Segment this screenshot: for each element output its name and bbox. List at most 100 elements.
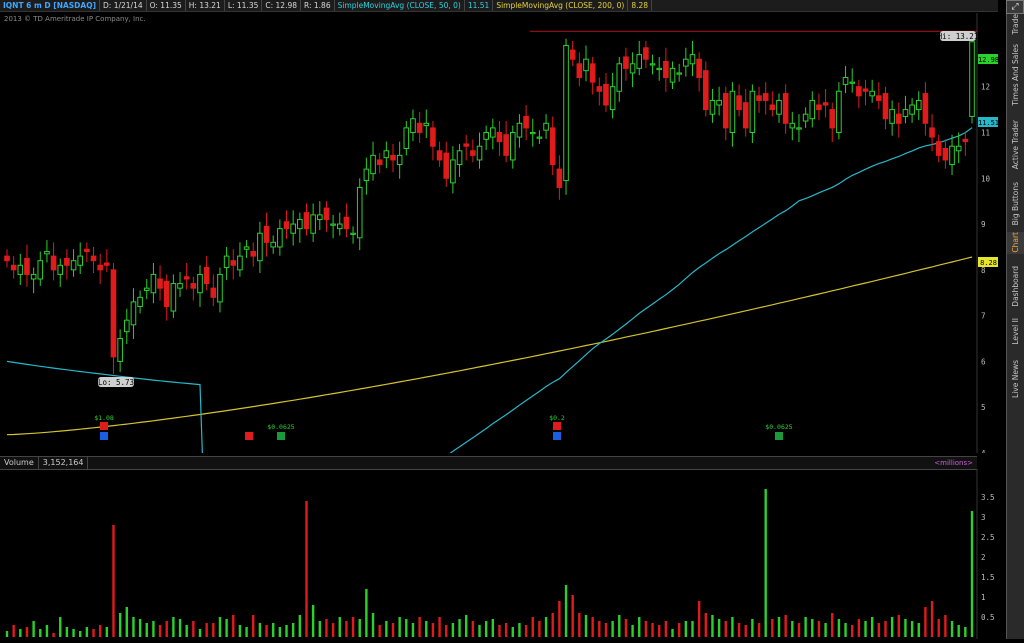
price-chart-svg[interactable]: 12 11 10 9 8 7 6 5 4 Hi: 13.21 Lo: 5.73 12.98 11… (0, 13, 999, 580)
candle-body (962, 138, 969, 143)
dividend-event-4[interactable]: $0.0625 (765, 423, 793, 440)
volume-bar (651, 623, 654, 637)
candle-body (922, 93, 929, 124)
volume-bar (571, 595, 574, 637)
dividend-event-3[interactable]: $0.2 (549, 414, 565, 440)
header-high: H: 13.21 (186, 0, 225, 11)
candle-body (336, 223, 343, 230)
volume-bar (291, 623, 295, 637)
volume-bar (864, 621, 867, 637)
candle-body (603, 83, 609, 106)
volume-bar (491, 619, 495, 637)
tab-dashboard[interactable]: Dashboard (1007, 266, 1024, 311)
candle-body (789, 122, 796, 129)
volume-bar (578, 613, 581, 637)
volume-bar (930, 601, 934, 637)
candle-body (463, 143, 470, 147)
tab-active-trader[interactable]: Active Trader (1007, 120, 1024, 175)
volume-bar (724, 621, 727, 637)
dividend-dollar-icon (277, 432, 285, 440)
candle-body (137, 296, 143, 307)
sma200-badge-text: 8.28 (980, 259, 997, 267)
candle-body (736, 95, 742, 111)
earnings-bulb-icon (553, 432, 561, 440)
candle-body (430, 127, 436, 147)
volume-bar (19, 629, 22, 637)
volume-bar (618, 615, 621, 637)
price-axis-tick: 9 (981, 220, 986, 229)
price-axis-tick: 12 (981, 83, 990, 92)
tab-level-ii[interactable]: Level II (1007, 318, 1024, 350)
header-range: R: 1.86 (301, 0, 335, 11)
volume-axis-tick: 2.5 (981, 533, 995, 542)
candle-body (722, 93, 729, 129)
candle-body (343, 216, 350, 230)
volume-bar (245, 627, 248, 637)
candle-body (376, 159, 383, 166)
volume-bar (691, 621, 694, 637)
volume-bar (212, 623, 215, 637)
candle-body (876, 95, 882, 101)
header-date: D: 1/21/14 (100, 0, 147, 11)
earnings-phone-icon[interactable] (245, 432, 253, 440)
candle-body (450, 159, 456, 184)
volume-bar (857, 619, 861, 637)
candle-body (197, 273, 203, 294)
candle-body (143, 287, 150, 291)
dividend-label-1: $1.08 (94, 414, 114, 422)
tab-times-and-sales[interactable]: Times And Sales (1007, 44, 1024, 114)
candle-body (283, 221, 290, 230)
price-axis-tick: 4 (981, 449, 986, 453)
candle-body (97, 264, 103, 271)
volume-bar (105, 627, 109, 637)
volume-chart-svg[interactable]: 3.5 3 2.5 2 1.5 1 0.5 (0, 469, 998, 639)
volume-axis-tick: 0.5 (981, 613, 995, 622)
volume-bar (39, 629, 42, 637)
candle-body (24, 257, 30, 275)
candle-body (410, 118, 416, 133)
volume-bar (518, 623, 521, 637)
candle-body (270, 241, 277, 248)
tab-live-news[interactable]: Live News (1007, 360, 1024, 405)
volume-bar (737, 623, 741, 637)
candle-body (576, 63, 583, 79)
sma50-study-label[interactable]: SimpleMovingAvg (CLOSE, 50, 0) (335, 0, 465, 11)
candle-body (643, 47, 649, 60)
price-axis-tick: 11 (981, 128, 990, 137)
price-chart-pane[interactable]: 12 11 10 9 8 7 6 5 4 Hi: 13.21 Lo: 5.73 12.98 11… (0, 13, 999, 580)
volume-bar (924, 607, 927, 637)
volume-bar (697, 601, 701, 637)
volume-bar (425, 621, 428, 637)
candle-body (104, 262, 110, 266)
volume-bar (851, 625, 854, 637)
volume-bar (305, 501, 308, 637)
candle-body (277, 228, 283, 248)
maximize-button[interactable]: ⤢ (1006, 0, 1024, 14)
candle-body (243, 246, 250, 250)
volume-bar (584, 615, 588, 637)
candle-body (363, 168, 370, 182)
volume-bar (25, 627, 29, 637)
volume-label[interactable]: Volume (0, 457, 39, 469)
dividend-event-2[interactable]: $0.0625 (267, 423, 295, 440)
candle-body (316, 214, 323, 220)
candle-body (909, 104, 915, 115)
candle-body (90, 255, 97, 262)
volume-bar (198, 629, 202, 637)
candle-body (563, 44, 569, 182)
candle-body (77, 255, 84, 266)
candle-body (44, 251, 50, 255)
candle-body (902, 109, 909, 117)
tab-big-buttons[interactable]: Big Buttons (1007, 182, 1024, 227)
volume-bar (538, 621, 541, 637)
candle-body (676, 72, 682, 75)
volume-bar (365, 589, 368, 637)
tab-chart[interactable]: Chart (1007, 232, 1024, 254)
candle-body (929, 127, 935, 138)
symbol-selector[interactable]: IQNT 6 m D [NASDAQ] (0, 0, 101, 11)
candle-body (583, 58, 589, 72)
sma200-study-label[interactable]: SimpleMovingAvg (CLOSE, 200, 0) (493, 0, 629, 11)
volume-chart-pane[interactable]: 3.5 3 2.5 2 1.5 1 0.5 (0, 469, 998, 639)
volume-bar (72, 629, 75, 637)
candle-body (756, 95, 762, 101)
